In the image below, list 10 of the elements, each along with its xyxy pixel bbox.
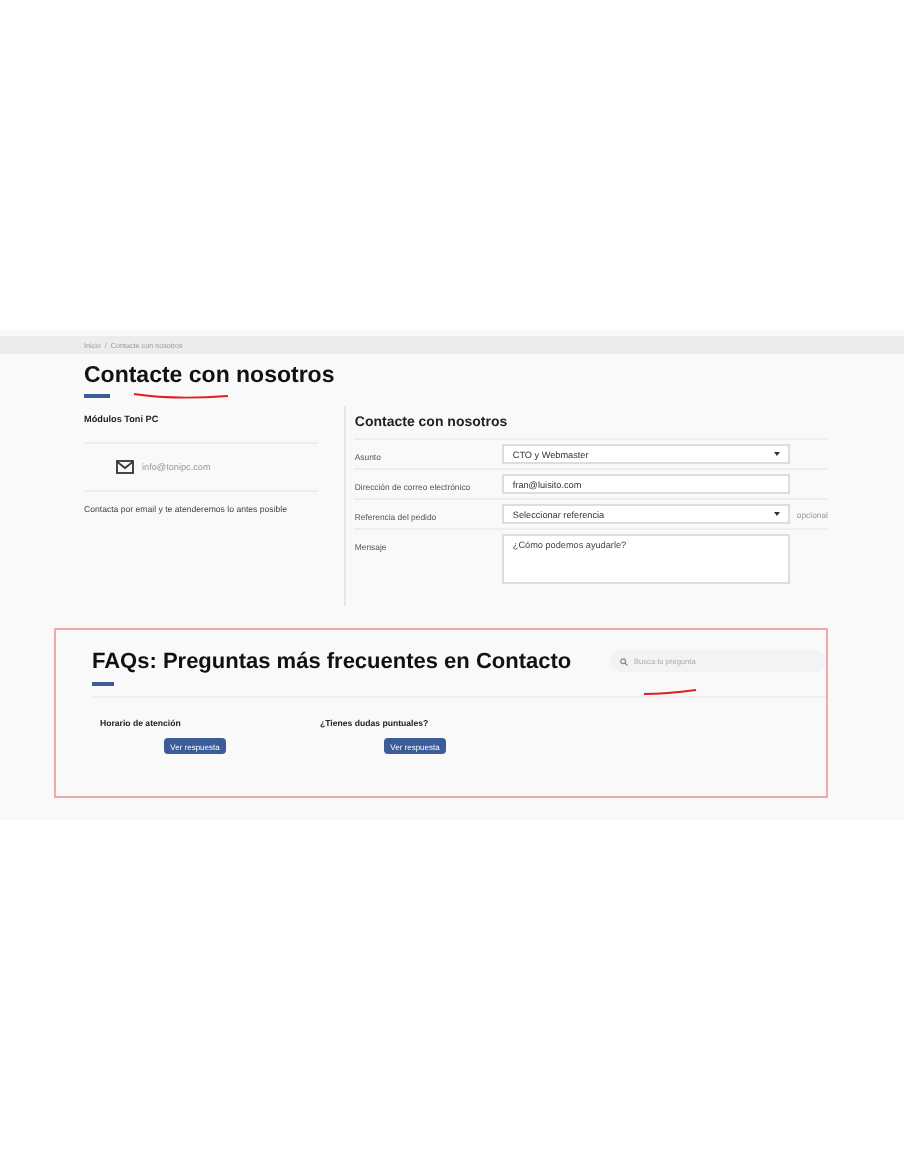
title-underline (92, 682, 114, 686)
search-icon (620, 657, 628, 665)
annotation-stroke (642, 688, 698, 696)
page-title: Contacte con nosotros (84, 362, 337, 390)
caret-icon (774, 452, 781, 456)
caret-icon (774, 512, 781, 516)
envelope-icon (116, 460, 134, 474)
title-underline (84, 394, 110, 398)
annotation-stroke (132, 392, 230, 402)
faq-title: FAQs: Preguntas más frecuentes en Contacto (92, 650, 572, 676)
